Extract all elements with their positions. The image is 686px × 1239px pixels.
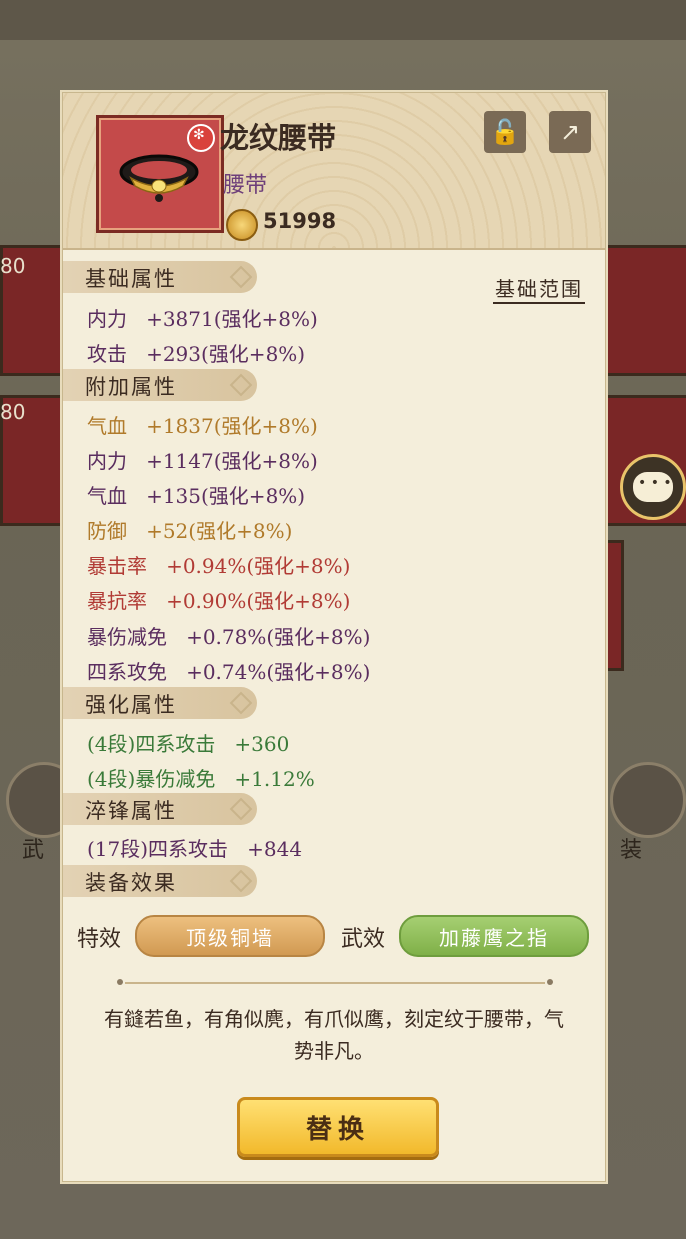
attr-row: 内力 +3871(强化+8%) (87, 307, 318, 331)
unlock-button[interactable]: 🔓 (484, 111, 526, 153)
section-title: 附加属性 (85, 375, 177, 399)
section-title: 基础属性 (85, 267, 177, 291)
section-title: 淬锋属性 (85, 799, 177, 823)
section-extra-attrs: 附加属性 (63, 369, 257, 401)
attr-row: (4段)暴伤减免 +1.12% (87, 767, 315, 791)
belt-icon (119, 154, 199, 202)
item-type: 腰带 (223, 173, 268, 198)
attr-row: (17段)四系攻击 +844 (87, 837, 303, 861)
share-icon: ↗ (559, 118, 581, 146)
divider (117, 979, 553, 985)
bg-equip-card[interactable] (604, 540, 624, 671)
special-effect-label: 特效 (77, 927, 122, 952)
attr-row: 气血 +1837(强化+8%) (87, 414, 318, 438)
bg-top-bar (0, 0, 686, 40)
item-price: 51998 (263, 209, 337, 233)
section-base-attrs: 基础属性 (63, 261, 257, 293)
bg-skill-label: 装 (620, 838, 643, 863)
chat-bubble-button[interactable] (620, 454, 686, 520)
item-name: 龙纹腰带 (220, 121, 337, 155)
replace-button[interactable]: 替换 (237, 1097, 439, 1157)
coin-icon (226, 209, 258, 241)
item-detail-panel: 龙纹腰带 腰带 51998 🔓 ↗ 基础范围 基础属性 内力 +3871(强化+… (62, 92, 606, 1182)
section-title: 装备效果 (85, 871, 177, 895)
attr-row: 防御 +52(强化+8%) (87, 519, 293, 543)
section-equip-effects: 装备效果 (63, 865, 257, 897)
martial-effect-label: 武效 (341, 927, 386, 952)
attr-row: 暴击率 +0.94%(强化+8%) (87, 554, 351, 578)
bg-skill-icon[interactable] (610, 762, 686, 838)
attr-row: 攻击 +293(强化+8%) (87, 342, 306, 366)
bg-level: 80 (0, 400, 26, 424)
section-temper-attrs: 淬锋属性 (63, 793, 257, 825)
attr-row: (4段)四系攻击 +360 (87, 732, 290, 756)
bg-level: 80 (0, 254, 26, 278)
lock-icon: 🔓 (490, 118, 520, 146)
attr-row: 内力 +1147(强化+8%) (87, 449, 318, 473)
share-button[interactable]: ↗ (549, 111, 591, 153)
bg-equip-card[interactable] (604, 245, 686, 376)
item-image-frame (96, 115, 224, 233)
attr-row: 四系攻免 +0.74%(强化+8%) (87, 660, 371, 684)
quality-badge-icon (187, 124, 215, 152)
special-effect-pill[interactable]: 顶级铜墙 (135, 915, 325, 957)
bg-skill-label: 武 (22, 838, 45, 863)
section-title: 强化属性 (85, 693, 177, 717)
chat-icon (633, 472, 673, 502)
base-range-button[interactable]: 基础范围 (493, 273, 585, 304)
martial-effect-pill[interactable]: 加藤鹰之指 (399, 915, 589, 957)
section-enhance-attrs: 强化属性 (63, 687, 257, 719)
attr-row: 气血 +135(强化+8%) (87, 484, 306, 508)
attr-row: 暴伤减免 +0.78%(强化+8%) (87, 625, 371, 649)
attr-row: 暴抗率 +0.90%(强化+8%) (87, 589, 351, 613)
item-header: 龙纹腰带 腰带 51998 🔓 ↗ (63, 93, 605, 250)
item-description: 有鏠若鱼，有角似麂，有爪似鹰，刻定纹于腰带，气势非凡。 (104, 1007, 564, 1063)
